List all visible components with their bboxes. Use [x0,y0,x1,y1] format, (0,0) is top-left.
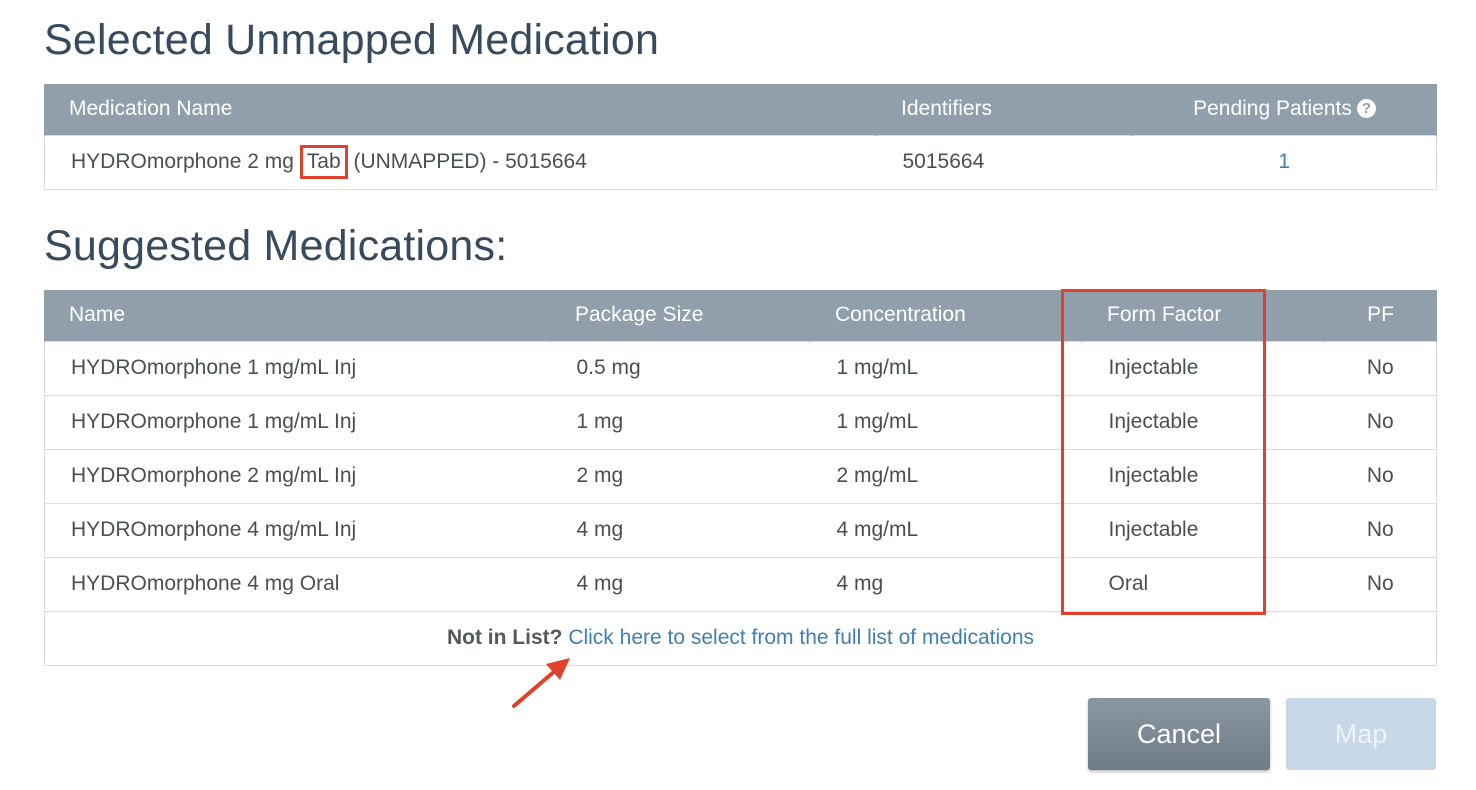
header-package-size: Package Size [550,290,811,341]
med-package-size: 1 mg [550,394,811,449]
med-form-factor: Injectable [1082,394,1325,449]
header-identifiers: Identifiers [876,84,1133,135]
med-concentration: 4 mg [810,556,1083,611]
header-pending-patients: Pending Patients? [1132,84,1437,135]
question-circle-icon[interactable]: ? [1356,99,1376,119]
unmapped-section-title: Selected Unmapped Medication [44,16,660,64]
med-concentration: 1 mg/mL [810,394,1083,449]
unmapped-identifier: 5015664 [876,134,1133,190]
med-form-factor: Injectable [1082,340,1325,395]
medication-mapping-dialog: Selected Unmapped Medication Medication … [0,0,1476,790]
unmapped-medication-table: Medication Name Identifiers Pending Pati… [44,84,1437,190]
pending-patients-link[interactable]: 1 [1278,150,1290,173]
suggested-medications-table: Name Package Size Concentration Form Fac… [44,290,1437,666]
med-pf: No [1324,502,1437,557]
header-medication-name: Medication Name [44,84,877,135]
med-package-size: 0.5 mg [550,340,811,395]
map-button[interactable]: Map [1286,698,1436,770]
med-concentration: 4 mg/mL [810,502,1083,557]
med-form-factor: Injectable [1082,502,1325,557]
suggested-row[interactable]: HYDROmorphone 1 mg/mL Inj 0.5 mg 1 mg/mL… [44,340,1437,395]
cancel-button[interactable]: Cancel [1088,698,1270,770]
pending-patients-count[interactable]: 1 [1132,134,1437,190]
med-concentration: 1 mg/mL [810,340,1083,395]
suggested-row[interactable]: HYDROmorphone 4 mg Oral 4 mg 4 mg Oral N… [44,556,1437,611]
header-form-factor: Form Factor [1082,290,1325,341]
med-pf: No [1324,556,1437,611]
header-concentration: Concentration [810,290,1083,341]
med-pf: No [1324,448,1437,503]
name-suffix: (UNMAPPED) - 5015664 [347,150,587,173]
header-pf: PF [1324,290,1437,341]
med-name: HYDROmorphone 4 mg Oral [44,556,551,611]
med-package-size: 2 mg [550,448,811,503]
not-in-list-cell: Not in List? Click here to select from t… [44,610,1437,666]
arrow-annotation-icon [512,658,570,708]
med-package-size: 4 mg [550,556,811,611]
not-in-list-label: Not in List? [446,626,563,649]
med-name: HYDROmorphone 2 mg/mL Inj [44,448,551,503]
unmapped-medication-name: HYDROmorphone 2 mg Tab (UNMAPPED) - 5015… [44,134,877,190]
not-in-list-row: Not in List? Click here to select from t… [44,610,1437,666]
name-prefix: HYDROmorphone 2 mg [71,150,300,173]
med-form-factor: Oral [1082,556,1325,611]
med-package-size: 4 mg [550,502,811,557]
header-name: Name [44,290,551,341]
suggested-row[interactable]: HYDROmorphone 1 mg/mL Inj 1 mg 1 mg/mL I… [44,394,1437,449]
med-form-factor: Injectable [1082,448,1325,503]
suggested-section-title: Suggested Medications: [44,222,508,270]
unmapped-row: HYDROmorphone 2 mg Tab (UNMAPPED) - 5015… [44,134,1437,190]
med-name: HYDROmorphone 1 mg/mL Inj [44,340,551,395]
med-name: HYDROmorphone 4 mg/mL Inj [44,502,551,557]
suggested-row[interactable]: HYDROmorphone 4 mg/mL Inj 4 mg 4 mg/mL I… [44,502,1437,557]
med-name: HYDROmorphone 1 mg/mL Inj [44,394,551,449]
med-pf: No [1324,340,1437,395]
tab-highlight-annotation: Tab [299,145,348,179]
header-pending-label: Pending Patients [1193,97,1352,121]
med-concentration: 2 mg/mL [810,448,1083,503]
suggested-row[interactable]: HYDROmorphone 2 mg/mL Inj 2 mg 2 mg/mL I… [44,448,1437,503]
full-list-link[interactable]: Click here to select from the full list … [568,626,1034,649]
med-pf: No [1324,394,1437,449]
